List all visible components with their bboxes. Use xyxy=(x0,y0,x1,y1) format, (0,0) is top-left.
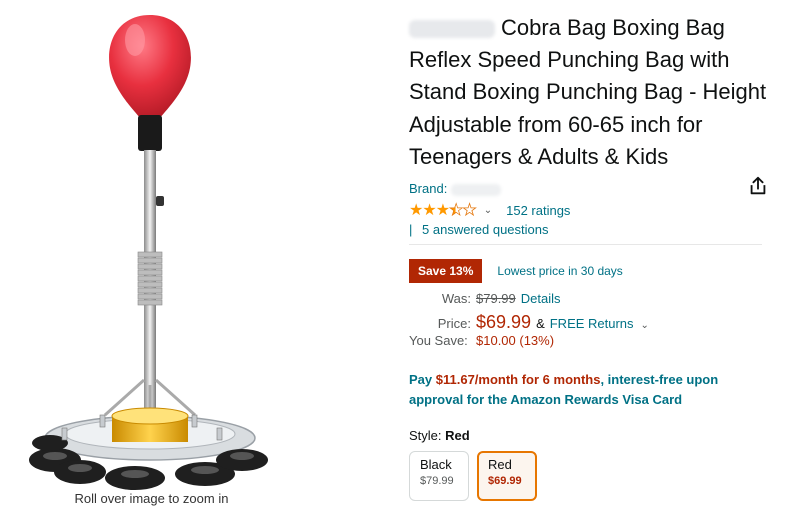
style-label: Style: xyxy=(409,428,442,444)
price-label: Price: xyxy=(437,316,471,332)
ratings-row: ★★★★★ ⌄ 152 ratings xyxy=(409,200,769,220)
chevron-down-icon[interactable]: ⌄ xyxy=(484,205,492,216)
redacted-brand-prefix xyxy=(409,20,495,39)
style-option-red[interactable]: Red $69.99 xyxy=(477,451,537,502)
ratings-count-link[interactable]: 152 ratings xyxy=(506,203,570,218)
style-option-name: Red xyxy=(488,457,512,473)
current-price: $69.99 xyxy=(476,312,532,333)
section-divider xyxy=(409,244,762,246)
divider: | xyxy=(409,222,413,238)
financing-amount: $11.67/month for 6 months xyxy=(435,372,601,388)
style-selector-label: Style: Red xyxy=(409,428,769,443)
you-save-value: $10.00 (13%) xyxy=(476,333,555,349)
star-rating-icon[interactable]: ★★★★★ xyxy=(409,200,477,220)
product-title-text: Cobra Bag Boxing Bag Reflex Speed Punchi… xyxy=(409,15,767,169)
redacted-brand-name[interactable] xyxy=(450,183,501,196)
answered-questions-link[interactable]: 5 answered questions xyxy=(422,222,548,237)
lowest-price-note: Lowest price in 30 days xyxy=(497,264,623,279)
was-label: Was: xyxy=(441,291,471,307)
price-row: Price: $69.99 & FREE Returns ⌄ xyxy=(409,312,769,333)
product-title[interactable]: Cobra Bag Boxing Bag Reflex Speed Punchi… xyxy=(409,12,769,173)
style-option-name: Black xyxy=(420,457,452,473)
save-badge: Save 13% xyxy=(409,259,483,284)
style-option-price: $69.99 xyxy=(488,475,522,488)
ampersand: & xyxy=(536,316,545,332)
style-option-black[interactable]: Black $79.99 xyxy=(409,451,469,502)
price-table: Was: $79.99 Details Price: $69.99 & FREE… xyxy=(409,291,769,354)
style-swatches: Black $79.99 Red $69.99 xyxy=(409,451,769,502)
share-icon[interactable] xyxy=(747,175,769,197)
qa-row: | 5 answered questions xyxy=(409,222,769,238)
brand-label[interactable]: Brand: xyxy=(409,181,447,196)
deal-row: Save 13% Lowest price in 30 days xyxy=(409,259,769,284)
you-save-row: You Save: $10.00 (13%) xyxy=(409,333,769,354)
you-save-label: You Save: xyxy=(409,333,468,349)
financing-offer[interactable]: Pay $11.67/month for 6 months, interest-… xyxy=(409,370,759,410)
brand-row: Brand: xyxy=(409,176,769,199)
product-info-panel: Cobra Bag Boxing Bag Reflex Speed Punchi… xyxy=(409,12,769,502)
chevron-down-icon[interactable]: ⌄ xyxy=(641,320,649,331)
details-link[interactable]: Details xyxy=(521,291,561,306)
financing-pre: Pay xyxy=(409,372,436,388)
was-price: $79.99 xyxy=(476,291,516,307)
free-returns-link[interactable]: FREE Returns xyxy=(550,316,634,331)
was-row: Was: $79.99 Details xyxy=(409,291,769,312)
zoom-hint: Roll over image to zoom in xyxy=(74,491,229,506)
product-image[interactable] xyxy=(10,0,310,490)
product-image-panel: Roll over image to zoom in xyxy=(0,0,400,519)
style-option-price: $79.99 xyxy=(420,475,454,488)
style-selected-value: Red xyxy=(445,428,470,444)
